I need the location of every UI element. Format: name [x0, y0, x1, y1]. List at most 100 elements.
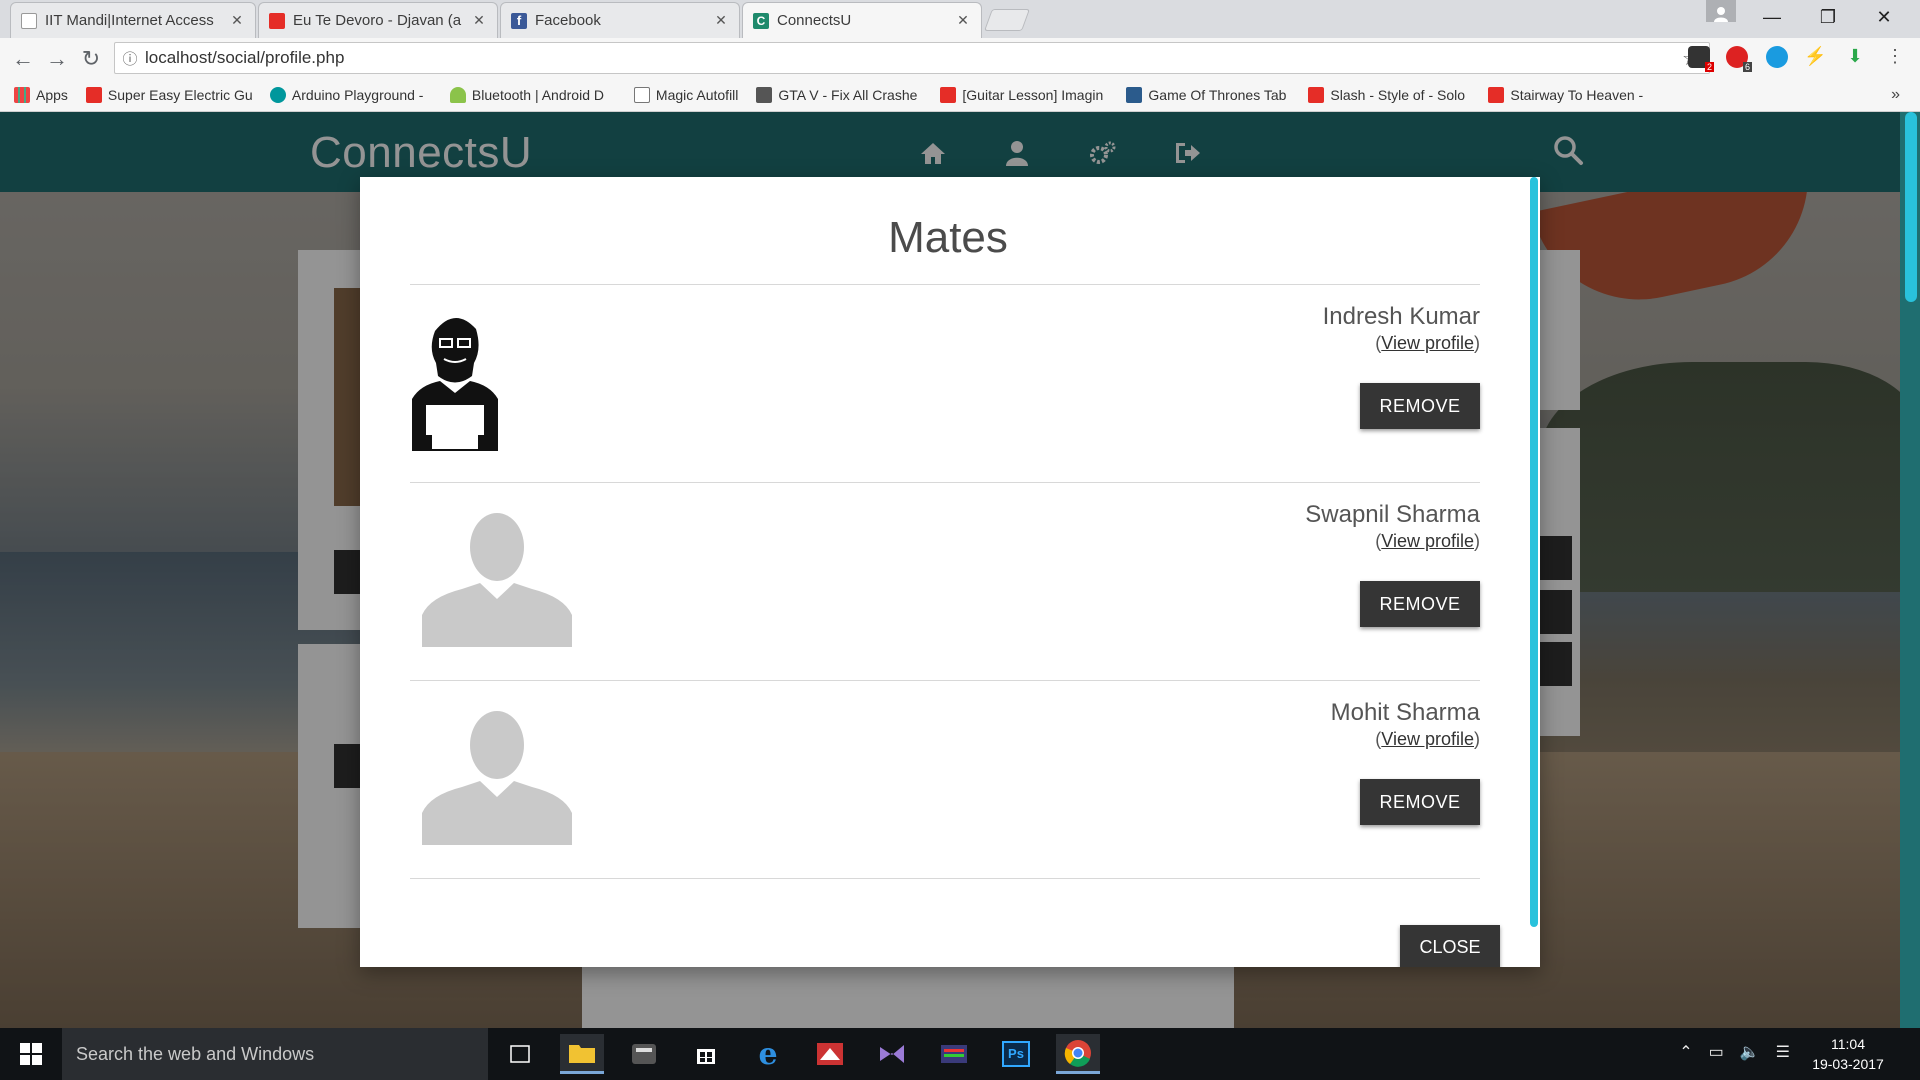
- view-profile-wrapper: (View profile): [1375, 729, 1480, 749]
- minimize-icon[interactable]: —: [1744, 0, 1800, 34]
- view-profile-link[interactable]: View profile: [1381, 729, 1474, 749]
- mates-modal: Mates Indresh Kumar (View profile) REMOV…: [360, 177, 1540, 967]
- close-button[interactable]: CLOSE: [1400, 925, 1500, 967]
- badge: 2: [1704, 62, 1714, 72]
- close-tab-icon[interactable]: ✕: [471, 12, 487, 29]
- bookmarks-overflow-icon[interactable]: »: [1891, 86, 1900, 104]
- new-tab-button[interactable]: [983, 9, 1031, 31]
- mate-avatar[interactable]: [422, 507, 572, 667]
- extension-icon[interactable]: ⚡: [1804, 46, 1826, 68]
- page-icon: [633, 87, 650, 103]
- divider: [410, 878, 1480, 879]
- back-arrow-icon[interactable]: ←: [10, 46, 36, 72]
- view-profile-wrapper: (View profile): [1375, 333, 1480, 353]
- bookmark-item[interactable]: Super Easy Electric Gu: [85, 87, 252, 103]
- browser-tab-strip: IIT Mandi|Internet Access ✕ Eu Te Devoro…: [0, 0, 1920, 38]
- page-viewport: ConnectsU Mates Indresh Kumar (View prof…: [0, 112, 1920, 1028]
- tab-title: IIT Mandi|Internet Access: [45, 12, 214, 29]
- chrome-icon[interactable]: [1056, 1034, 1100, 1074]
- windows-taskbar: Search the web and Windows e Ps ⌃ ▭ 🔈 ☰ …: [0, 1028, 1920, 1080]
- browser-toolbar: ← → ↻ ⓘ localhost/social/profile.php ☆ 2…: [0, 38, 1920, 79]
- bookmark-item[interactable]: GTA V - Fix All Crashe: [756, 87, 922, 103]
- mate-name: Swapnil Sharma: [1305, 501, 1480, 528]
- system-tray: ⌃ ▭ 🔈 ☰: [1679, 1042, 1790, 1062]
- tab-title: ConnectsU: [777, 12, 852, 29]
- view-profile-link[interactable]: View profile: [1381, 531, 1474, 551]
- menu-kebab-icon[interactable]: ⋮: [1884, 46, 1906, 68]
- view-profile-wrapper: (View profile): [1375, 531, 1480, 551]
- arduino-icon: [269, 87, 286, 103]
- tab-title: Eu Te Devoro - Djavan (a: [293, 12, 462, 29]
- bookmark-item[interactable]: Bluetooth | Android D: [449, 87, 616, 103]
- modal-title: Mates: [888, 213, 1008, 262]
- file-explorer-icon[interactable]: [560, 1034, 604, 1074]
- remove-mate-button[interactable]: REMOVE: [1360, 581, 1480, 627]
- app-icon[interactable]: [932, 1034, 976, 1074]
- close-window-icon[interactable]: ✕: [1856, 0, 1912, 34]
- extension-icon[interactable]: 6: [1726, 46, 1752, 72]
- close-tab-icon[interactable]: ✕: [229, 12, 245, 29]
- page-scrollbar[interactable]: [1900, 112, 1920, 1028]
- mate-name: Indresh Kumar: [1322, 303, 1480, 330]
- extension-icon[interactable]: 2: [1688, 46, 1714, 72]
- battery-icon[interactable]: ▭: [1709, 1042, 1724, 1062]
- bookmarks-bar: Apps Super Easy Electric Gu Arduino Play…: [0, 79, 1920, 112]
- tab-youtube[interactable]: Eu Te Devoro - Djavan (a ✕: [258, 2, 498, 38]
- user-profile-icon[interactable]: [1706, 0, 1736, 22]
- modal-scrollbar[interactable]: [1530, 177, 1538, 927]
- close-tab-icon[interactable]: ✕: [713, 12, 729, 29]
- app-icon[interactable]: [808, 1034, 852, 1074]
- page-icon: [21, 12, 37, 29]
- youtube-icon: [1308, 87, 1325, 103]
- mate-item: Indresh Kumar (View profile) REMOVE: [410, 285, 1480, 483]
- url-text[interactable]: localhost/social/profile.php: [145, 48, 1673, 68]
- mate-avatar[interactable]: [410, 301, 500, 451]
- extension-icon[interactable]: [1766, 46, 1788, 68]
- download-icon[interactable]: ⬇: [1844, 46, 1866, 68]
- bookmark-item[interactable]: Game Of Thrones Tab: [1126, 87, 1290, 103]
- bookmark-item[interactable]: Arduino Playground -: [269, 87, 432, 103]
- remove-mate-button[interactable]: REMOVE: [1360, 383, 1480, 429]
- store-icon[interactable]: [684, 1034, 728, 1074]
- scrollbar-thumb[interactable]: [1905, 112, 1917, 302]
- volume-icon[interactable]: 🔈: [1740, 1042, 1760, 1062]
- view-profile-link[interactable]: View profile: [1381, 333, 1474, 353]
- forward-arrow-icon[interactable]: →: [44, 46, 70, 72]
- edge-icon[interactable]: e: [746, 1034, 790, 1074]
- notifications-icon[interactable]: ☰: [1776, 1042, 1790, 1062]
- clock[interactable]: 11:04 19-03-2017: [1798, 1034, 1898, 1074]
- info-icon[interactable]: ⓘ: [115, 48, 145, 69]
- windows-start-icon[interactable]: [0, 1028, 62, 1080]
- taskbar-search[interactable]: Search the web and Windows: [62, 1028, 488, 1080]
- mate-name: Mohit Sharma: [1330, 699, 1480, 726]
- mate-avatar[interactable]: [422, 705, 572, 865]
- tab-facebook[interactable]: f Facebook ✕: [500, 2, 740, 38]
- youtube-icon: [85, 87, 102, 103]
- tab-title: Facebook: [535, 12, 601, 29]
- bookmark-apps[interactable]: Apps: [14, 87, 68, 103]
- reload-icon[interactable]: ↻: [78, 46, 104, 72]
- youtube-icon: [269, 12, 285, 29]
- site-icon: [1126, 87, 1143, 103]
- bookmark-item[interactable]: [Guitar Lesson] Imagin: [940, 87, 1108, 103]
- chevron-up-icon[interactable]: ⌃: [1679, 1042, 1692, 1062]
- remove-mate-button[interactable]: REMOVE: [1360, 779, 1480, 825]
- bookmark-item[interactable]: Slash - Style of - Solo: [1308, 87, 1470, 103]
- address-bar[interactable]: ⓘ localhost/social/profile.php ☆: [114, 42, 1710, 74]
- close-tab-icon[interactable]: ✕: [955, 12, 971, 29]
- bookmark-item[interactable]: Stairway To Heaven -: [1488, 87, 1650, 103]
- calculator-app-icon[interactable]: [622, 1034, 666, 1074]
- tab-iit-mandi[interactable]: IIT Mandi|Internet Access ✕: [10, 2, 256, 38]
- tab-connectsu[interactable]: C ConnectsU ✕: [742, 2, 982, 38]
- facebook-icon: f: [511, 12, 527, 29]
- badge: 6: [1742, 62, 1752, 72]
- bookmark-item[interactable]: Magic Autofill: [633, 87, 738, 103]
- photoshop-icon[interactable]: Ps: [994, 1034, 1038, 1074]
- gta-icon: [756, 87, 773, 103]
- youtube-icon: [940, 87, 957, 103]
- mate-item: Mohit Sharma (View profile) REMOVE: [410, 681, 1480, 879]
- restore-icon[interactable]: ❐: [1800, 0, 1856, 34]
- task-view-icon[interactable]: [498, 1034, 542, 1074]
- connectsu-icon: C: [753, 12, 769, 29]
- visual-studio-icon[interactable]: [870, 1034, 914, 1074]
